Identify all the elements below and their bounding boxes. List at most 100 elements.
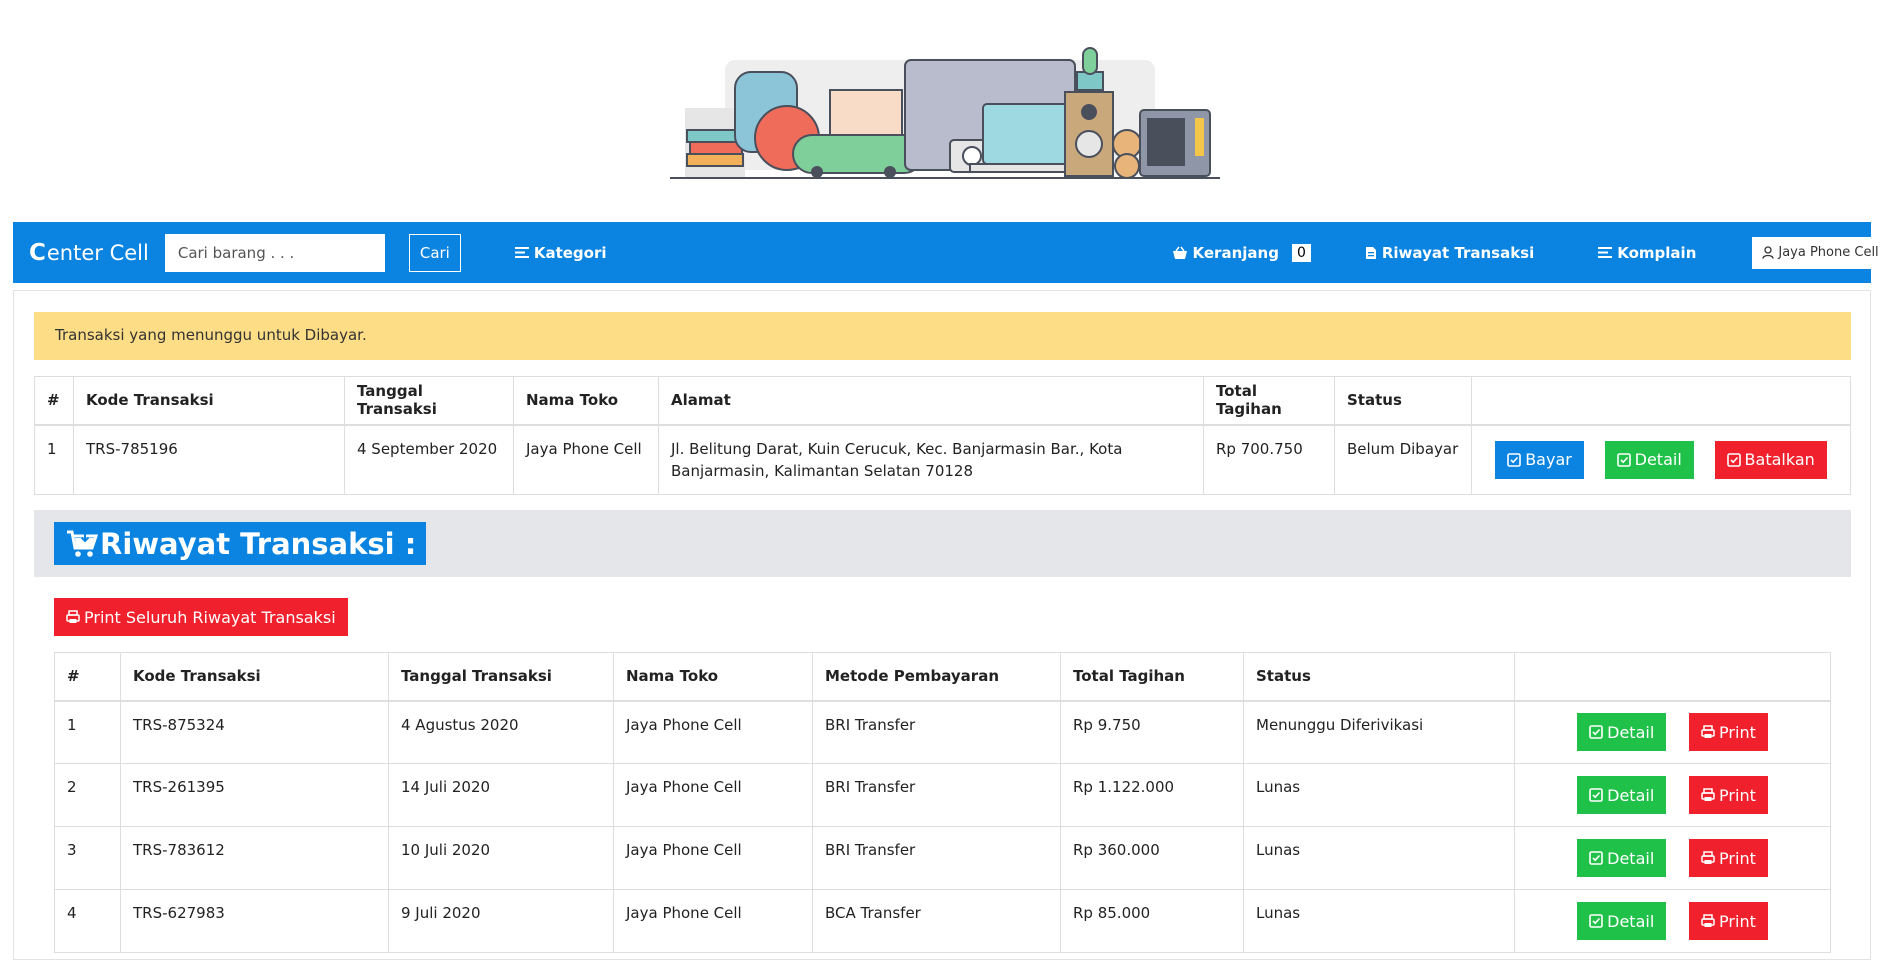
kategori-menu[interactable]: Kategori bbox=[514, 243, 607, 262]
hero-illustration bbox=[670, 47, 1220, 179]
print-button[interactable]: Print bbox=[1689, 776, 1768, 814]
history-table: # Kode Transaksi Tanggal Transaksi Nama … bbox=[54, 652, 1831, 953]
top-navbar: Center Cell Cari Kategori Keranjang 0 Ri… bbox=[13, 222, 1887, 283]
detail-button[interactable]: Detail bbox=[1577, 713, 1667, 752]
row-number: 1 bbox=[34, 423, 74, 495]
col-header: Metode Pembayaran bbox=[812, 652, 1061, 701]
riwayat-transaksi-label: Riwayat Transaksi bbox=[1381, 243, 1535, 262]
list-icon bbox=[514, 247, 529, 258]
detail-button[interactable]: Detail bbox=[1577, 902, 1667, 940]
print-button[interactable]: Print bbox=[1689, 902, 1768, 940]
pending-transactions-table: # Kode Transaksi Tanggal Transaksi Nama … bbox=[34, 376, 1851, 495]
table-row: 1 TRS-875324 4 Agustus 2020 Jaya Phone C… bbox=[54, 699, 1831, 764]
print-all-label: Print Seluruh Riwayat Transaksi bbox=[84, 607, 336, 627]
col-header: Kode Transaksi bbox=[73, 376, 345, 425]
keranjang-link[interactable]: Keranjang 0 bbox=[1172, 243, 1311, 262]
print-button[interactable]: Print bbox=[1689, 839, 1768, 877]
keranjang-label: Keranjang bbox=[1192, 243, 1279, 262]
total-bill: Rp 1.122.000 bbox=[1060, 763, 1244, 827]
table-row: 3 TRS-783612 10 Juli 2020 Jaya Phone Cel… bbox=[54, 826, 1831, 890]
table-row: 1 TRS-785196 4 September 2020 Jaya Phone… bbox=[34, 423, 1851, 495]
payment-status: Lunas bbox=[1243, 889, 1515, 953]
table-row: 2 TRS-261395 14 Juli 2020 Jaya Phone Cel… bbox=[54, 763, 1831, 827]
store-name: Jaya Phone Cell bbox=[613, 699, 813, 764]
transaction-date: 10 Juli 2020 bbox=[388, 826, 614, 890]
print-label: Print bbox=[1719, 848, 1756, 868]
print-button[interactable]: Print bbox=[1689, 713, 1768, 752]
store-name: Jaya Phone Cell bbox=[613, 826, 813, 890]
printer-icon bbox=[1701, 851, 1715, 864]
batalkan-label: Batalkan bbox=[1744, 450, 1815, 470]
row-number: 2 bbox=[54, 763, 121, 827]
transaction-code: TRS-627983 bbox=[120, 889, 389, 953]
print-label: Print bbox=[1719, 911, 1756, 931]
riwayat-transaksi-link[interactable]: Riwayat Transaksi bbox=[1365, 244, 1534, 262]
printer-icon bbox=[1701, 788, 1715, 801]
search-button[interactable]: Cari bbox=[408, 233, 461, 272]
detail-label: Detail bbox=[1607, 785, 1655, 805]
col-header: Nama Toko bbox=[513, 376, 659, 425]
store-name: Jaya Phone Cell bbox=[613, 763, 813, 827]
bayar-button[interactable]: Bayar bbox=[1495, 440, 1584, 479]
store-name: Jaya Phone Cell bbox=[613, 889, 813, 953]
payment-method: BRI Transfer bbox=[812, 699, 1061, 764]
payment-method: BRI Transfer bbox=[812, 763, 1061, 827]
check-square-icon bbox=[1589, 788, 1603, 802]
detail-button[interactable]: Detail bbox=[1604, 440, 1694, 479]
col-header: Total Tagihan bbox=[1203, 376, 1335, 425]
address: Jl. Belitung Darat, Kuin Cerucuk, Kec. B… bbox=[658, 423, 1204, 495]
check-square-icon bbox=[1589, 725, 1603, 740]
basket-icon bbox=[1172, 246, 1187, 259]
payment-status: Belum Dibayar bbox=[1334, 423, 1472, 495]
col-header bbox=[1514, 652, 1831, 701]
printer-icon bbox=[1701, 914, 1715, 927]
brand-name: enter Cell bbox=[46, 240, 149, 265]
detail-label: Detail bbox=[1607, 911, 1655, 931]
col-header: Kode Transaksi bbox=[120, 652, 389, 701]
col-header: # bbox=[54, 652, 121, 701]
payment-status: Lunas bbox=[1243, 826, 1515, 890]
row-actions: Detail Print bbox=[1514, 699, 1831, 764]
user-account-button[interactable]: Jaya Phone Cell bbox=[1752, 236, 1887, 269]
col-header: Status bbox=[1243, 652, 1515, 701]
row-actions: Bayar Detail Batalkan bbox=[1471, 423, 1851, 495]
pending-alert: Transaksi yang menunggu untuk Dibayar. bbox=[34, 312, 1851, 360]
detail-label: Detail bbox=[1607, 848, 1655, 868]
printer-icon bbox=[66, 610, 80, 623]
printer-icon bbox=[1701, 725, 1715, 739]
col-header: Status bbox=[1334, 376, 1472, 425]
transaction-code: TRS-783612 bbox=[120, 826, 389, 890]
row-number: 3 bbox=[54, 826, 121, 890]
list-icon bbox=[1598, 247, 1613, 258]
detail-button[interactable]: Detail bbox=[1577, 839, 1667, 877]
transaction-date: 4 September 2020 bbox=[344, 423, 514, 495]
search-input[interactable] bbox=[164, 233, 385, 272]
history-section-title: Riwayat Transaksi : bbox=[54, 522, 427, 565]
total-bill: Rp 360.000 bbox=[1060, 826, 1244, 890]
row-number: 1 bbox=[54, 699, 121, 764]
payment-method: BCA Transfer bbox=[812, 889, 1061, 953]
transaction-code: TRS-785196 bbox=[73, 423, 345, 495]
user-name: Jaya Phone Cell bbox=[1778, 245, 1879, 260]
check-square-icon bbox=[1616, 452, 1631, 467]
table-header-row: # Kode Transaksi Tanggal Transaksi Nama … bbox=[54, 652, 1831, 701]
komplain-link[interactable]: Komplain bbox=[1598, 244, 1696, 262]
table-header-row: # Kode Transaksi Tanggal Transaksi Nama … bbox=[34, 376, 1851, 425]
check-square-icon bbox=[1726, 452, 1741, 467]
print-label: Print bbox=[1719, 722, 1756, 742]
document-icon bbox=[1365, 246, 1376, 259]
detail-button[interactable]: Detail bbox=[1577, 776, 1667, 814]
user-icon bbox=[1762, 246, 1775, 259]
brand-logo[interactable]: Center Cell bbox=[13, 240, 149, 266]
transaction-date: 14 Juli 2020 bbox=[388, 763, 614, 827]
row-number: 4 bbox=[54, 889, 121, 953]
total-bill: Rp 85.000 bbox=[1060, 889, 1244, 953]
payment-status: Lunas bbox=[1243, 763, 1515, 827]
print-all-history-button[interactable]: Print Seluruh Riwayat Transaksi bbox=[54, 598, 348, 636]
row-actions: Detail Print bbox=[1514, 826, 1831, 890]
store-name: Jaya Phone Cell bbox=[513, 423, 659, 495]
kategori-label: Kategori bbox=[533, 243, 607, 262]
transaction-date: 4 Agustus 2020 bbox=[388, 699, 614, 764]
batalkan-button[interactable]: Batalkan bbox=[1714, 440, 1827, 479]
col-header bbox=[1471, 376, 1851, 425]
